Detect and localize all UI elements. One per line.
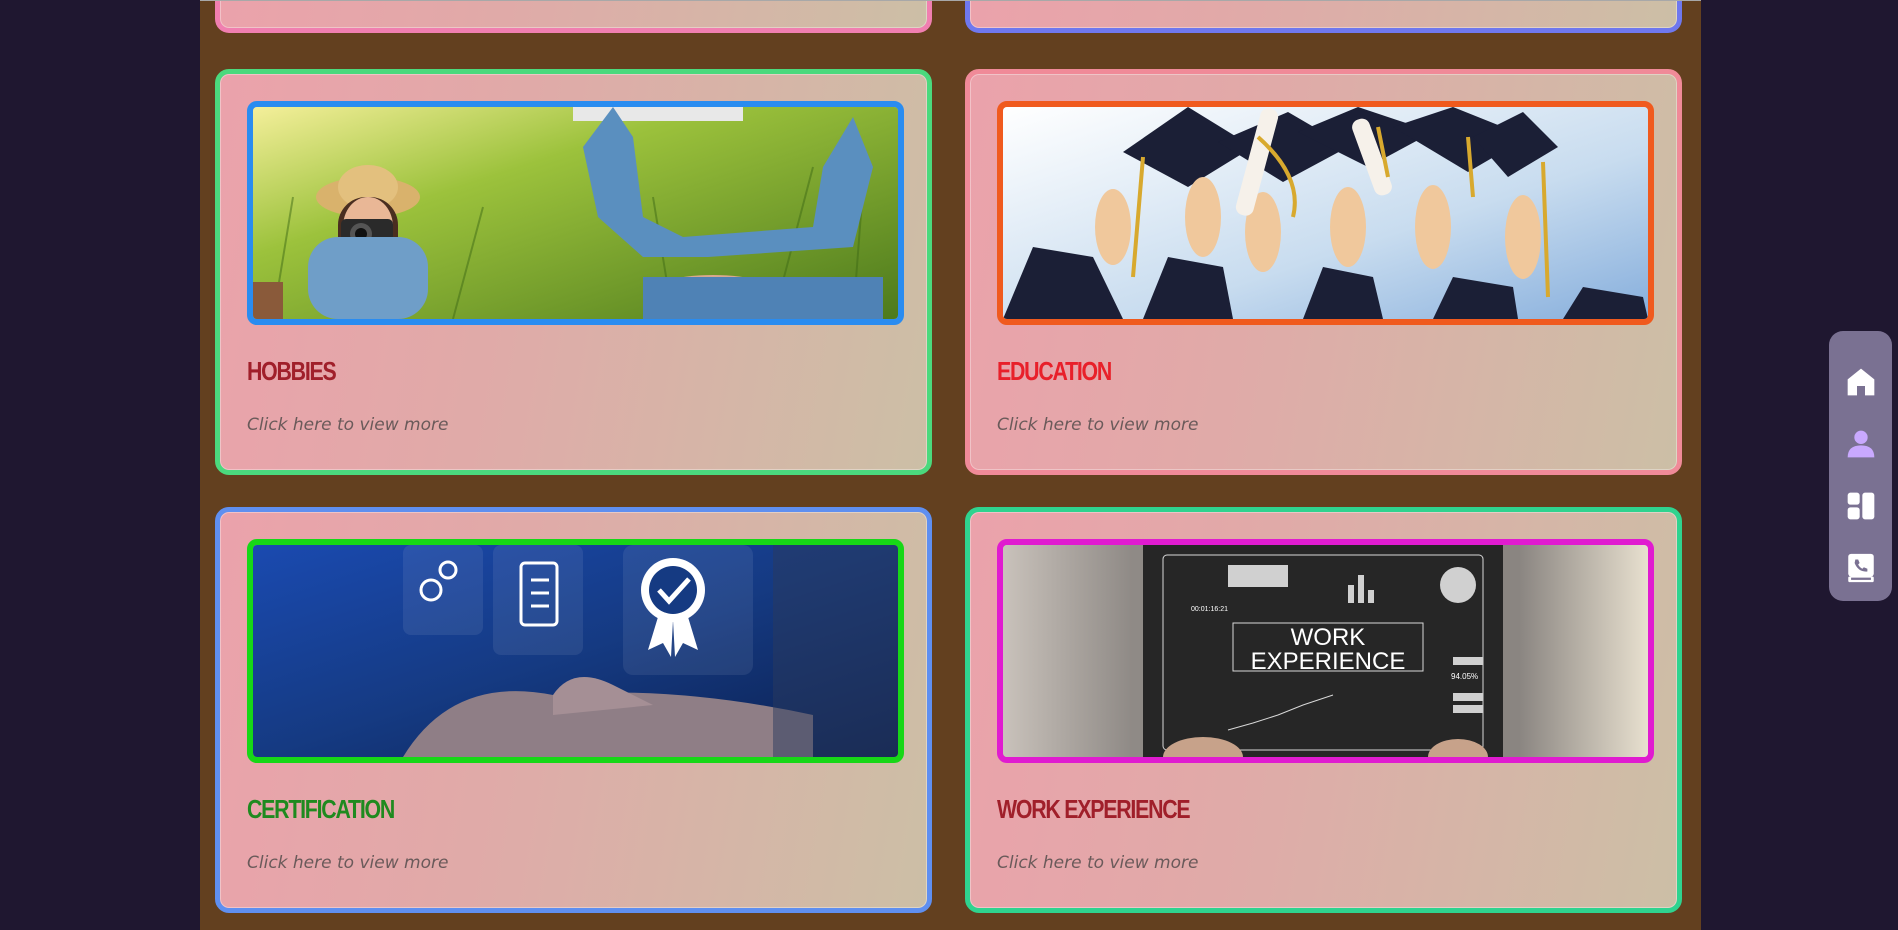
side-dock xyxy=(1829,331,1892,601)
card-subtitle[interactable]: Click here to view more xyxy=(247,415,448,435)
home-icon xyxy=(1847,368,1874,396)
work-image-time: 00:01:16:21 xyxy=(1191,606,1228,613)
education-image xyxy=(997,101,1654,325)
card-subtitle[interactable]: Click here to view more xyxy=(997,415,1198,435)
card-title: Work Experience xyxy=(997,794,1191,824)
card-partial-right[interactable] xyxy=(965,1,1682,33)
card-work-experience[interactable]: WORK EXPERIENCE 94.05% 00:01:16:21 Work … xyxy=(965,507,1682,913)
person-icon xyxy=(1847,430,1874,458)
work-experience-image: WORK EXPERIENCE 94.05% 00:01:16:21 xyxy=(997,539,1654,763)
dashboard-icon xyxy=(1847,492,1874,520)
portfolio-button[interactable] xyxy=(1829,475,1892,537)
work-image-stat: 94.05% xyxy=(1451,672,1478,681)
about-button[interactable] xyxy=(1829,413,1892,475)
card-partial-left[interactable] xyxy=(215,1,932,33)
home-button[interactable] xyxy=(1829,351,1892,413)
contact-button[interactable] xyxy=(1829,537,1892,599)
card-subtitle[interactable]: Click here to view more xyxy=(247,853,448,873)
card-education[interactable]: Education Click here to view more xyxy=(965,69,1682,475)
card-certification[interactable]: Certification Click here to view more xyxy=(215,507,932,913)
card-hobbies[interactable]: Hobbies Click here to view more xyxy=(215,69,932,475)
portfolio-panel: Hobbies Click here to view more xyxy=(200,0,1701,930)
work-image-line2: EXPERIENCE xyxy=(1251,648,1406,675)
hobbies-image xyxy=(247,101,904,325)
card-title: Hobbies xyxy=(247,356,337,386)
contact-book-icon xyxy=(1847,553,1874,583)
work-image-line1: WORK xyxy=(1291,624,1366,651)
card-title: Education xyxy=(997,356,1112,386)
card-subtitle[interactable]: Click here to view more xyxy=(997,853,1198,873)
card-title: Certification xyxy=(247,794,395,824)
certification-image xyxy=(247,539,904,763)
